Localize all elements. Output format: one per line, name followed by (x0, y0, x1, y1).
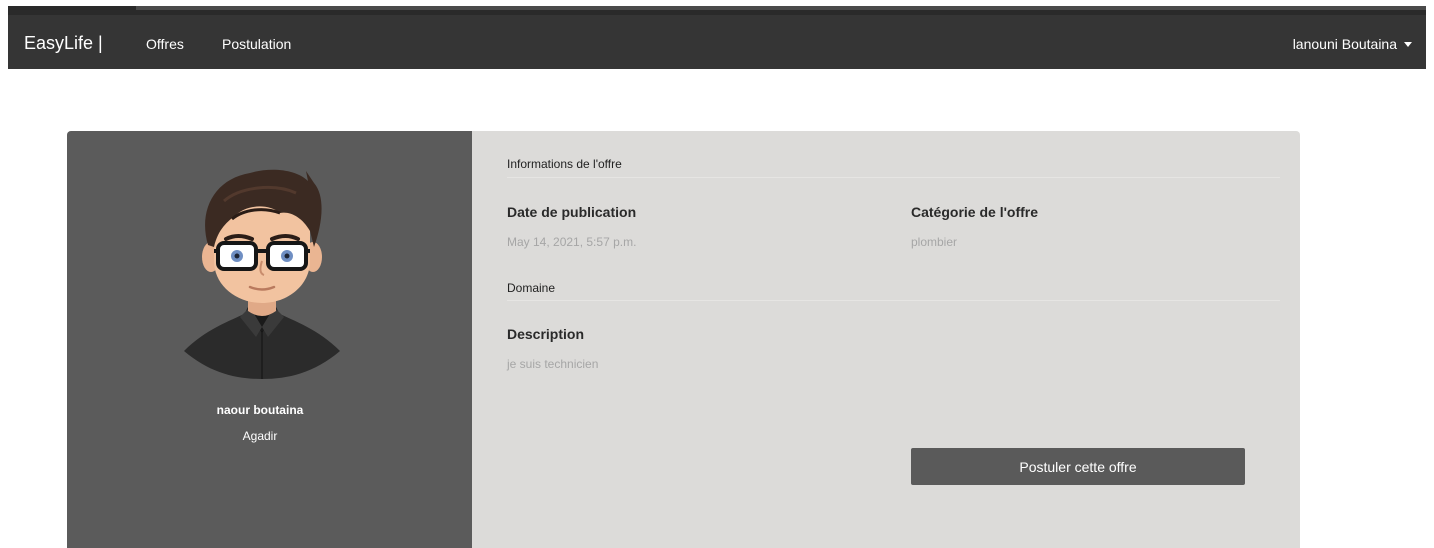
user-menu-label: lanouni Boutaina (1292, 36, 1397, 52)
category-label: Catégorie de l'offre (911, 204, 1039, 220)
brand-logo[interactable]: EasyLife | (24, 32, 103, 54)
top-navbar: EasyLife | Offres Postulation lanouni Bo… (8, 15, 1426, 69)
avatar-man-glasses-icon (184, 169, 340, 379)
offer-card: naour boutaina Agadir Informations de l'… (67, 131, 1300, 548)
offer-info-title: Informations de l'offre (507, 157, 622, 171)
domain-title: Domaine (507, 281, 556, 295)
window-top-strip (8, 6, 1426, 15)
section-divider (507, 177, 1280, 178)
nav-link-postulation[interactable]: Postulation (222, 35, 291, 53)
offer-details-panel: Informations de l'offre Date de publicat… (472, 131, 1300, 548)
window-top-highlight (136, 6, 1426, 10)
profile-city: Agadir (242, 429, 278, 443)
caret-down-icon (1404, 41, 1412, 47)
user-menu-dropdown[interactable]: lanouni Boutaina (1293, 35, 1412, 53)
category-value: plombier (911, 235, 958, 249)
domain-divider (507, 300, 1280, 301)
publication-date-label: Date de publication (507, 204, 637, 220)
description-label: Description (507, 326, 585, 342)
description-value: je suis technicien (507, 357, 599, 371)
profile-panel: naour boutaina Agadir (67, 131, 472, 548)
publication-date-value: May 14, 2021, 5:57 p.m. (507, 235, 637, 249)
nav-link-offres[interactable]: Offres (146, 35, 184, 53)
profile-name: naour boutaina (216, 403, 304, 417)
apply-offer-button[interactable]: Postuler cette offre (911, 448, 1245, 485)
